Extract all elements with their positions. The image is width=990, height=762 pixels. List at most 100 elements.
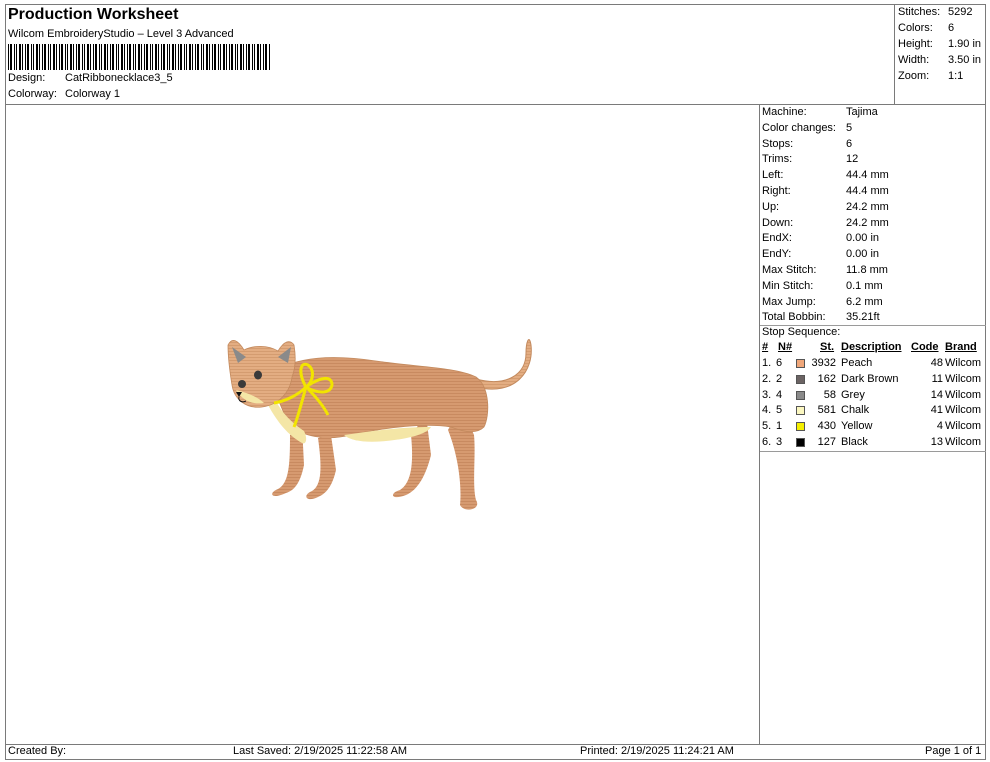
summary-label: Zoom: xyxy=(898,70,930,82)
machine-info-label: Min Stitch: xyxy=(762,279,814,292)
machine-info-value: 0.00 in xyxy=(846,232,880,245)
barcode-bar xyxy=(8,44,9,70)
design-value: CatRibbonecklace3_5 xyxy=(65,72,173,84)
machine-info-value: 0.1 mm xyxy=(846,279,883,292)
barcode-bar xyxy=(65,44,66,70)
cat-eye-shape xyxy=(254,370,262,380)
stop-sequence-row: 3. 4 58 Grey 14 Wilcom xyxy=(760,389,986,404)
barcode-bar xyxy=(67,44,68,70)
machine-info-label: Stops: xyxy=(762,137,794,150)
barcode-bar xyxy=(189,44,191,70)
stop-sequence-row: 5. 1 430 Yellow 4 Wilcom xyxy=(760,420,986,435)
barcode-bar xyxy=(161,44,162,70)
sequence-description: Chalk xyxy=(841,404,870,417)
machine-info-value: 12 xyxy=(846,153,859,166)
column-stitches: St. xyxy=(820,341,835,353)
barcode-bar xyxy=(93,44,94,70)
color-swatch xyxy=(796,359,805,368)
barcode-bar xyxy=(192,44,193,70)
sequence-brand: Wilcom xyxy=(945,388,982,401)
barcode-bar xyxy=(59,44,60,70)
barcode-bar xyxy=(158,44,159,70)
sequence-needle: 6 xyxy=(776,357,783,369)
barcode-bar xyxy=(218,44,219,70)
barcode-bar xyxy=(36,44,38,70)
barcode-bar xyxy=(107,44,108,70)
color-swatch xyxy=(796,406,805,416)
cat-leg-shape xyxy=(306,435,336,500)
cat-eye-shape xyxy=(238,380,246,388)
barcode-bar xyxy=(175,44,176,70)
sequence-needle: 3 xyxy=(776,436,783,448)
machine-info-value: Tajima xyxy=(846,106,878,118)
barcode-bar xyxy=(265,44,267,70)
barcode-bar xyxy=(169,44,170,70)
barcode-bar xyxy=(212,44,213,70)
barcode-bar xyxy=(56,44,57,70)
sequence-code: 48 xyxy=(930,357,943,369)
sequence-stitches: 581 xyxy=(817,404,836,417)
sequence-num: 4. xyxy=(762,404,772,417)
machine-info-row: Left: 44.4 mm xyxy=(762,169,984,184)
machine-info-label: EndY: xyxy=(762,248,792,261)
sequence-brand: Wilcom xyxy=(945,357,982,369)
sequence-code: 4 xyxy=(936,420,943,433)
barcode-bar xyxy=(141,44,142,70)
barcode-bar xyxy=(110,44,111,70)
barcode-bar xyxy=(163,44,165,70)
barcode-bar xyxy=(240,44,242,70)
machine-info-row: Right: 44.4 mm xyxy=(762,185,984,200)
machine-info-row: Color changes: 5 xyxy=(762,122,984,137)
machine-info-value: 6 xyxy=(846,137,853,150)
barcode-bar xyxy=(214,44,216,70)
barcode-bar xyxy=(121,44,123,70)
barcode-bar xyxy=(73,44,74,70)
barcode-bar xyxy=(10,44,12,70)
barcode-bar xyxy=(231,44,233,70)
barcode-bar xyxy=(50,44,51,70)
barcode-bar xyxy=(152,44,153,70)
sequence-description: Yellow xyxy=(841,420,873,433)
machine-info-value: 35.21ft xyxy=(846,311,880,324)
summary-value: 5292 xyxy=(948,6,973,18)
sequence-num: 6. xyxy=(762,436,772,448)
cat-embroidery-image xyxy=(227,339,532,510)
software-name: Wilcom EmbroideryStudio – Level 3 Advanc… xyxy=(8,28,234,40)
barcode-image xyxy=(8,44,270,70)
sequence-stitches: 3932 xyxy=(811,357,836,369)
barcode-bar xyxy=(127,44,128,70)
sequence-brand: Wilcom xyxy=(945,372,982,385)
stop-sequence-row: 2. 2 162 Dark Brown 11 Wilcom xyxy=(760,373,986,388)
sequence-needle: 1 xyxy=(776,420,783,433)
machine-info-row: Min Stitch: 0.1 mm xyxy=(762,280,984,295)
sequence-code: 14 xyxy=(930,388,943,401)
worksheet-header: Production Worksheet Wilcom EmbroiderySt… xyxy=(5,4,895,104)
sequence-code: 41 xyxy=(930,404,943,417)
barcode-bar xyxy=(48,44,49,70)
sequence-needle: 2 xyxy=(776,372,783,385)
summary-value: 1:1 xyxy=(948,70,964,82)
machine-info-value: 24.2 mm xyxy=(846,200,889,213)
barcode-bar xyxy=(129,44,131,70)
barcode-bar xyxy=(206,44,208,70)
barcode-bar xyxy=(39,44,40,70)
barcode-bar xyxy=(229,44,230,70)
barcode-bar xyxy=(209,44,210,70)
barcode-bar xyxy=(257,44,259,70)
summary-row: Zoom: 1:1 xyxy=(898,70,963,85)
barcode-bar xyxy=(252,44,253,70)
column-description: Description xyxy=(841,341,902,353)
barcode-bar xyxy=(146,44,148,70)
sequence-brand: Wilcom xyxy=(945,404,982,417)
page-title: Production Worksheet xyxy=(8,6,179,23)
sequence-stitches: 127 xyxy=(817,436,836,448)
barcode-bar xyxy=(16,44,17,70)
stop-sequence-row: 6. 3 127 Black 13 Wilcom xyxy=(760,436,986,451)
barcode-bar xyxy=(186,44,187,70)
sequence-description: Peach xyxy=(841,357,873,369)
machine-info-value: 6.2 mm xyxy=(846,295,883,308)
machine-info-label: Left: xyxy=(762,169,784,182)
machine-info-row: Stops: 6 xyxy=(762,138,984,153)
color-swatch xyxy=(796,374,805,384)
summary-row: Colors: 6 xyxy=(898,22,954,37)
